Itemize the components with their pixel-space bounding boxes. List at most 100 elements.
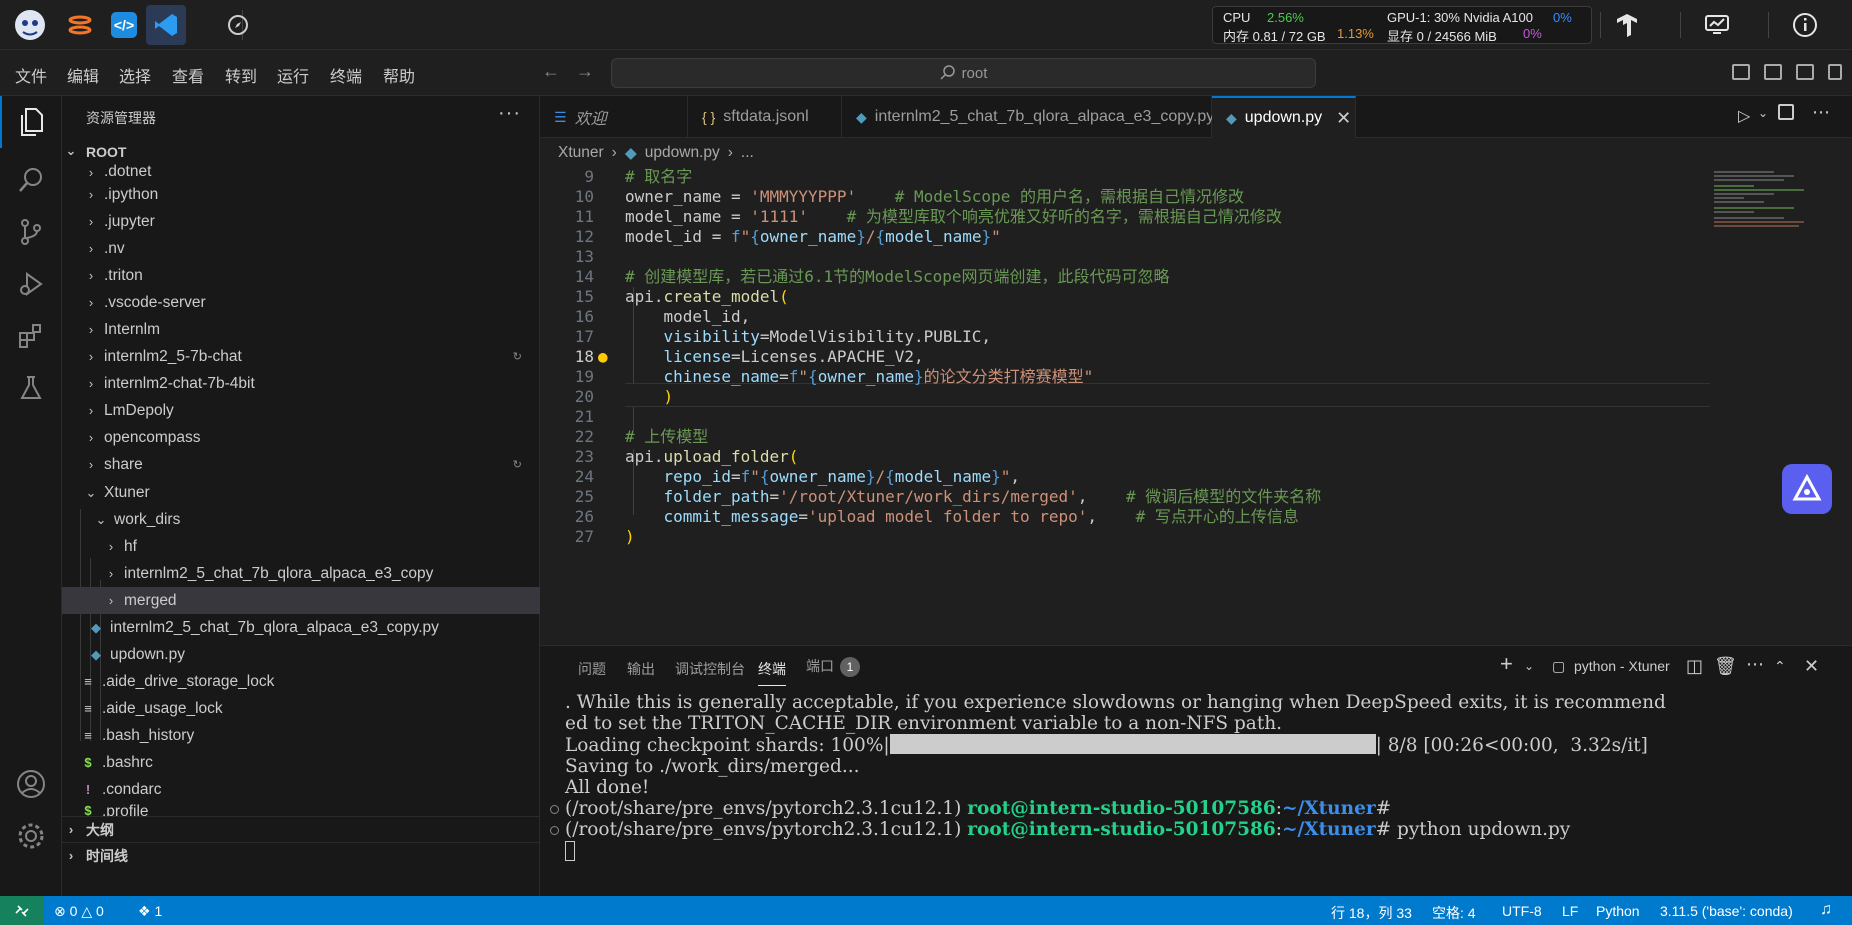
- menu-view[interactable]: 查看: [172, 63, 204, 87]
- tab-debug-console[interactable]: 调试控制台: [675, 659, 745, 679]
- tab-terminal[interactable]: 终端: [758, 659, 786, 686]
- tree-item-folder[interactable]: ⌄ Xtuner: [62, 479, 540, 506]
- tree-item-file[interactable]: ≡ .aide_drive_storage_lock: [62, 668, 540, 695]
- testing-flask-icon[interactable]: [0, 362, 62, 414]
- trash-icon[interactable]: 🗑: [1714, 656, 1737, 677]
- menu-go[interactable]: 转到: [225, 63, 257, 87]
- tab-internlm-config[interactable]: ◆ internlm2_5_chat_7b_qlora_alpaca_e3_co…: [842, 96, 1214, 138]
- toggle-sidebar-icon[interactable]: [1732, 64, 1750, 80]
- notifications-bell-icon[interactable]: ♫: [1820, 901, 1832, 919]
- vscode-icon[interactable]: [146, 5, 186, 45]
- ports-indicator[interactable]: ❖ 1: [138, 903, 162, 920]
- tree-item-folder[interactable]: › .triton: [62, 262, 540, 289]
- end-of-line[interactable]: LF: [1562, 903, 1578, 919]
- more-actions-icon[interactable]: ⋯: [1746, 654, 1764, 675]
- remote-indicator[interactable]: [0, 896, 44, 925]
- toggle-panel-icon[interactable]: [1764, 64, 1782, 80]
- customize-layout-icon[interactable]: [1828, 64, 1842, 80]
- tree-item-folder[interactable]: ⌄ work_dirs: [62, 506, 540, 533]
- tab-ports[interactable]: 端口 1: [806, 656, 860, 677]
- tree-item-folder[interactable]: › opencompass: [62, 424, 540, 451]
- tab-updown[interactable]: ◆ updown.py ✕: [1212, 96, 1356, 138]
- back-arrow-icon[interactable]: ←: [542, 61, 560, 82]
- code-editor[interactable]: 9 # 取名字 10 owner_name = 'MMMYYYPPP' # Mode…: [540, 167, 1852, 645]
- info-icon[interactable]: [1788, 8, 1822, 42]
- explorer-icon[interactable]: [0, 96, 62, 148]
- settings-gear-icon[interactable]: [0, 810, 62, 862]
- run-icon[interactable]: ▷: [1738, 106, 1750, 126]
- tree-item-file[interactable]: $ .profile: [62, 803, 540, 816]
- tree-item-file[interactable]: ≡ .bash_history: [62, 722, 540, 749]
- app-logo-icon[interactable]: [10, 5, 50, 45]
- python-interpreter[interactable]: 3.11.5 ('base': conda): [1660, 903, 1793, 919]
- command-center[interactable]: root: [611, 58, 1316, 88]
- menu-selection[interactable]: 选择: [119, 63, 151, 87]
- menu-file[interactable]: 文件: [15, 63, 47, 87]
- tree-item-folder[interactable]: › Internlm: [62, 316, 540, 343]
- jupyter-icon[interactable]: [60, 5, 100, 45]
- tree-item-file[interactable]: $ .bashrc: [62, 749, 540, 776]
- outline-section[interactable]: › 大纲: [62, 816, 540, 842]
- tab-sftdata[interactable]: { } sftdata.jsonl: [688, 96, 842, 138]
- tree-item-folder[interactable]: › share ↻: [62, 451, 540, 478]
- minimap[interactable]: [1712, 167, 1822, 645]
- timeline-section[interactable]: › 时间线: [62, 842, 540, 868]
- ai-assistant-button[interactable]: [1782, 464, 1832, 514]
- tree-item-folder[interactable]: › .jupyter: [62, 208, 540, 235]
- terminal-output[interactable]: . While this is generally acceptable, if…: [540, 692, 1852, 897]
- tree-item-file[interactable]: ! .condarc: [62, 776, 540, 803]
- compass-icon[interactable]: [218, 5, 258, 45]
- maximize-panel-icon[interactable]: ⌃: [1774, 658, 1786, 675]
- source-control-icon[interactable]: [0, 206, 62, 258]
- run-debug-icon[interactable]: [0, 258, 62, 310]
- tree-item-file[interactable]: ◆ internlm2_5_chat_7b_qlora_alpaca_e3_cop…: [62, 614, 540, 641]
- tab-output[interactable]: 输出: [627, 659, 655, 679]
- command-decoration-icon[interactable]: [550, 805, 559, 814]
- more-actions-icon[interactable]: ···: [498, 102, 521, 125]
- breadcrumb-file[interactable]: updown.py: [645, 144, 720, 162]
- search-icon[interactable]: [0, 154, 62, 206]
- root-folder-header[interactable]: ⌄ ROOT: [62, 141, 540, 163]
- tree-item-folder-selected[interactable]: › merged: [62, 587, 540, 614]
- more-actions-icon[interactable]: ⋯: [1812, 102, 1830, 123]
- menu-terminal[interactable]: 终端: [330, 63, 362, 87]
- menu-run[interactable]: 运行: [277, 63, 309, 87]
- tab-welcome[interactable]: ☰ 欢迎: [540, 96, 688, 138]
- tree-item-folder[interactable]: › .nv: [62, 235, 540, 262]
- tree-item-file[interactable]: ≡ .aide_usage_lock: [62, 695, 540, 722]
- menu-edit[interactable]: 编辑: [67, 63, 99, 87]
- close-icon[interactable]: ✕: [1336, 108, 1351, 129]
- problems-indicator[interactable]: ⊗ 0 △ 0: [54, 903, 104, 920]
- tree-item-folder[interactable]: › .ipython: [62, 181, 540, 208]
- tensorflow-icon[interactable]: [1610, 8, 1644, 42]
- cursor-position[interactable]: 行 18，列 33: [1331, 903, 1412, 923]
- tab-problems[interactable]: 问题: [578, 659, 606, 679]
- chevron-down-icon[interactable]: ⌄: [1524, 659, 1534, 673]
- code-editor-icon[interactable]: </>: [104, 5, 144, 45]
- language-mode[interactable]: Python: [1596, 903, 1640, 919]
- tree-item-folder[interactable]: › LmDepoly: [62, 397, 540, 424]
- chevron-down-icon[interactable]: ⌄: [1758, 106, 1768, 120]
- split-editor-icon[interactable]: [1778, 104, 1794, 120]
- tree-item-folder[interactable]: › internlm2_5_chat_7b_qlora_alpaca_e3_cop…: [62, 560, 540, 587]
- new-terminal-icon[interactable]: +: [1500, 651, 1513, 677]
- account-icon[interactable]: [0, 758, 62, 810]
- extensions-icon[interactable]: [0, 310, 62, 362]
- menu-help[interactable]: 帮助: [383, 63, 415, 87]
- tree-item-folder[interactable]: › .vscode-server: [62, 289, 540, 316]
- indentation[interactable]: 空格: 4: [1432, 903, 1476, 923]
- breadcrumb-ellipsis[interactable]: ...: [741, 144, 754, 162]
- forward-arrow-icon[interactable]: →: [576, 61, 594, 82]
- monitor-chart-icon[interactable]: [1700, 8, 1734, 42]
- split-terminal-icon[interactable]: ◫: [1686, 656, 1703, 677]
- tree-item-file[interactable]: ◆ updown.py: [62, 641, 540, 668]
- tree-item-folder[interactable]: › internlm2-chat-7b-4bit: [62, 370, 540, 397]
- tree-item-folder[interactable]: › internlm2_5-7b-chat ↻: [62, 343, 540, 370]
- command-decoration-icon[interactable]: [550, 826, 559, 835]
- close-icon[interactable]: ✕: [1804, 656, 1819, 677]
- toggle-secondary-sidebar-icon[interactable]: [1796, 64, 1814, 80]
- terminal-name[interactable]: python - Xtuner: [1574, 658, 1670, 674]
- tree-item-folder[interactable]: › .dotnet: [62, 163, 540, 181]
- encoding[interactable]: UTF-8: [1502, 903, 1542, 919]
- tree-item-folder[interactable]: › hf: [62, 533, 540, 560]
